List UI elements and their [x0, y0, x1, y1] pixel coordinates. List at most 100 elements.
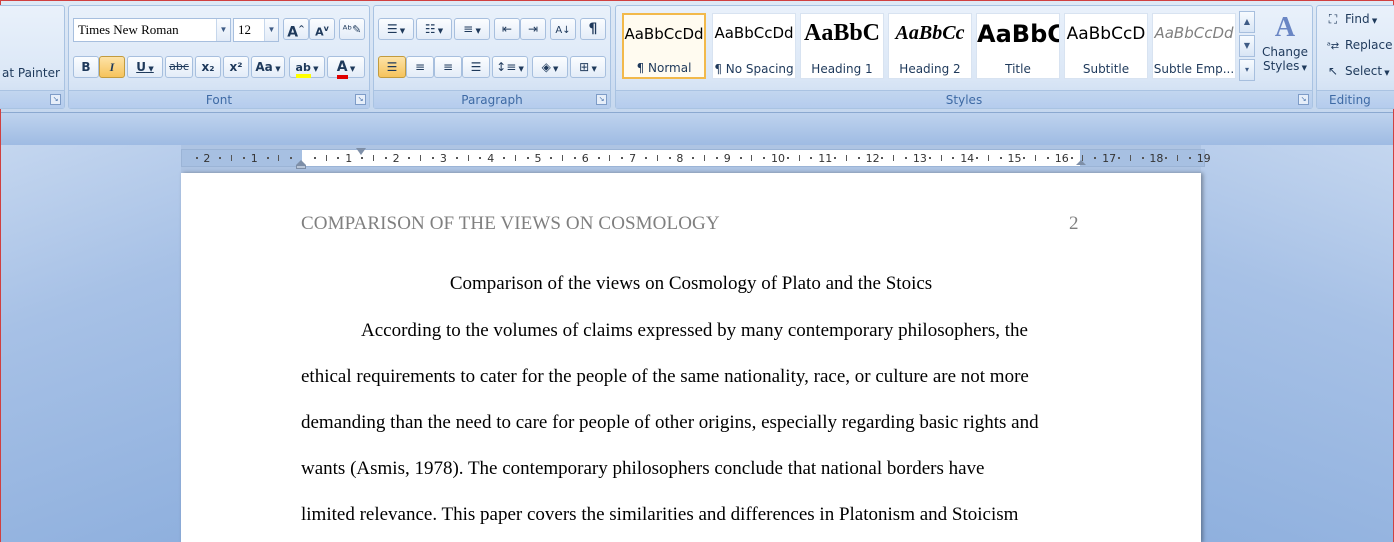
- ruler-half-mark: [704, 155, 706, 161]
- font-name-combo[interactable]: Times New Roman ▼: [73, 18, 231, 42]
- strikethrough-button[interactable]: abc: [165, 56, 193, 78]
- ruler-tick-label: 5: [534, 152, 542, 165]
- justify-button[interactable]: ☰: [462, 56, 490, 78]
- style-title[interactable]: AaBbC Title: [976, 13, 1060, 79]
- ruler-half-mark: [278, 155, 280, 161]
- ruler-quarter-mark: [692, 157, 695, 159]
- ruler-half-mark: [514, 155, 516, 161]
- styles-launcher-icon[interactable]: ↘: [1298, 94, 1309, 105]
- clipboard-launcher-icon[interactable]: ↘: [50, 94, 61, 105]
- ruler-tick-label: 1: [345, 152, 353, 165]
- style-heading-2[interactable]: AaBbCc Heading 2: [888, 13, 972, 79]
- clear-formatting-button[interactable]: ᴬᵇ✎: [339, 18, 365, 40]
- replace-icon: ᵃ⇄: [1326, 41, 1340, 52]
- style-subtitle[interactable]: AaBbCcD Subtitle: [1064, 13, 1148, 79]
- line-spacing-icon: ↕≡: [496, 60, 517, 74]
- ruler-quarter-mark: [786, 157, 789, 159]
- show-marks-button[interactable]: ¶: [580, 18, 606, 40]
- select-button[interactable]: ↖ Select ▼: [1325, 64, 1390, 78]
- ruler-tick-label: 8: [676, 152, 684, 165]
- italic-button[interactable]: I: [99, 56, 125, 78]
- document-page[interactable]: COMPARISON OF THE VIEWS ON COSMOLOGY 2 C…: [181, 173, 1201, 542]
- ribbon-shadow: [1, 113, 1393, 145]
- font-launcher-icon[interactable]: ↘: [355, 94, 366, 105]
- style-normal[interactable]: AaBbCcDd ¶ Normal: [622, 13, 706, 79]
- style-name: Title: [1005, 62, 1031, 76]
- ruler-quarter-mark: [408, 157, 411, 159]
- style-sample: AaBbCc: [895, 22, 965, 44]
- subscript-button[interactable]: x₂: [195, 56, 221, 78]
- multilevel-list-icon: ≡: [463, 22, 474, 36]
- ruler-quarter-mark: [739, 157, 742, 159]
- bullet-list-icon: ☰: [386, 22, 398, 36]
- multilevel-list-button[interactable]: ≡ ▼: [454, 18, 490, 40]
- style-heading-1[interactable]: AaBbC Heading 1: [800, 13, 884, 79]
- cursor-icon: ↖: [1327, 64, 1339, 78]
- line-spacing-button[interactable]: ↕≡ ▼: [492, 56, 528, 78]
- decrease-indent-button[interactable]: ⇤: [494, 18, 520, 40]
- styles-scroll-down[interactable]: ▼: [1239, 35, 1255, 57]
- horizontal-ruler[interactable]: 2 1 1 2 3 4 5 6 7 8 9 10 11 12 13 14 15 16 17 18 19: [181, 148, 1211, 169]
- change-case-label: Aa: [255, 60, 273, 74]
- ruler-quarter-mark: [455, 157, 458, 159]
- ruler-quarter-mark: [313, 157, 316, 159]
- align-right-button[interactable]: ≡: [434, 56, 462, 78]
- superscript-label: x²: [229, 60, 243, 74]
- underline-button[interactable]: U ▼: [127, 56, 163, 78]
- highlight-button[interactable]: ab ▼: [289, 56, 325, 78]
- clipboard-group: at Painter ↘: [0, 5, 65, 109]
- bullets-button[interactable]: ☰ ▼: [378, 18, 414, 40]
- ruler-quarter-mark: [952, 157, 955, 159]
- right-indent-marker[interactable]: [1076, 160, 1086, 169]
- borders-button[interactable]: ⊞ ▼: [570, 56, 606, 78]
- ruler-tick-label: 12: [865, 152, 880, 165]
- style-subtle-emphasis[interactable]: AaBbCcDd Subtle Emp...: [1152, 13, 1236, 79]
- format-painter-button[interactable]: at Painter: [2, 66, 60, 80]
- find-button[interactable]: ⛶ Find ▼: [1325, 12, 1377, 27]
- find-label: Find: [1345, 12, 1370, 26]
- replace-button[interactable]: ᵃ⇄ Replace: [1325, 38, 1393, 52]
- chevron-down-icon[interactable]: ▼: [264, 19, 278, 41]
- workspace-background-right: [1201, 145, 1393, 542]
- ruler-quarter-mark: [195, 157, 198, 159]
- ruler-half-mark: [893, 155, 895, 161]
- grow-font-button[interactable]: A^: [283, 18, 309, 41]
- bold-button[interactable]: B: [73, 56, 99, 78]
- ruler-quarter-mark: [1023, 157, 1026, 159]
- font-size-combo[interactable]: 12 ▼: [233, 18, 279, 42]
- change-case-button[interactable]: Aa ▼: [251, 56, 285, 78]
- numbering-button[interactable]: ☷ ▼: [416, 18, 452, 40]
- font-name-value: Times New Roman: [78, 22, 179, 37]
- chevron-down-icon[interactable]: ▼: [216, 19, 230, 41]
- paragraph-launcher-icon[interactable]: ↘: [596, 94, 607, 105]
- increase-indent-button[interactable]: ⇥: [520, 18, 546, 40]
- change-styles-label-1: Change: [1262, 45, 1308, 59]
- shrink-font-button[interactable]: Av: [309, 18, 335, 40]
- align-center-button[interactable]: ≡: [406, 56, 434, 78]
- styles-scroll-up[interactable]: ▲: [1239, 11, 1255, 33]
- font-color-button[interactable]: A ▼: [327, 56, 365, 79]
- ruler-half-mark: [798, 155, 800, 161]
- superscript-button[interactable]: x²: [223, 56, 249, 78]
- ruler-tick-label: 13: [912, 152, 927, 165]
- style-no-spacing[interactable]: AaBbCcDd ¶ No Spacing: [712, 13, 796, 79]
- ruler-quarter-mark: [668, 157, 671, 159]
- style-sample: AaBbCcDd: [624, 25, 704, 43]
- editing-group-label: Editing: [1317, 90, 1394, 108]
- ruler-quarter-mark: [905, 157, 908, 159]
- page-number: 2: [1069, 213, 1079, 234]
- sort-button[interactable]: A↓: [550, 18, 576, 40]
- document-title: Comparison of the views on Cosmology of …: [449, 273, 933, 294]
- first-line-indent-marker[interactable]: [356, 148, 366, 155]
- align-left-button[interactable]: ☰: [378, 56, 406, 78]
- ruler-quarter-mark: [550, 157, 553, 159]
- style-sample: AaBbCcDd: [1154, 24, 1234, 42]
- ruler-half-mark: [845, 155, 847, 161]
- change-styles-button[interactable]: A Change Styles ▼: [1259, 11, 1311, 89]
- replace-label: Replace: [1345, 38, 1393, 52]
- left-indent-marker[interactable]: [296, 160, 306, 169]
- styles-more[interactable]: ▾: [1239, 59, 1255, 81]
- ruler-half-mark: [325, 155, 327, 161]
- shading-button[interactable]: ◈ ▼: [532, 56, 568, 78]
- ruler-quarter-mark: [1188, 157, 1191, 159]
